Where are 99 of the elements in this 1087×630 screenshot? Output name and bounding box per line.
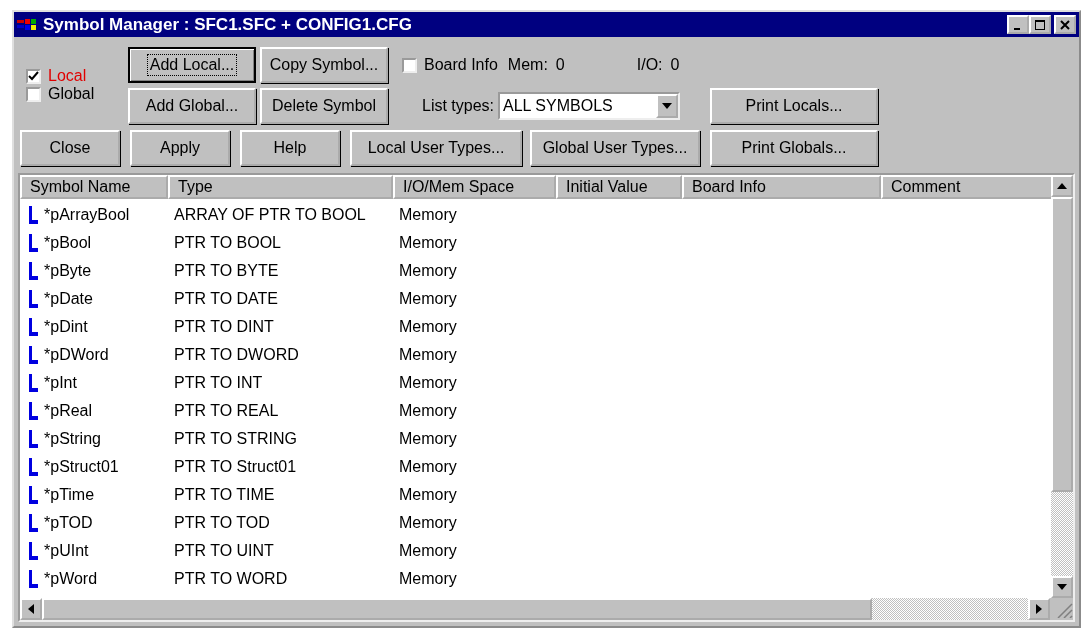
minimize-icon <box>1013 27 1020 30</box>
dropdown-arrow-icon <box>662 103 673 109</box>
table-cell: *pBool <box>44 234 92 252</box>
table-cell: *pByte <box>44 262 92 280</box>
column-header[interactable]: Type <box>168 175 393 199</box>
close-button[interactable] <box>1054 15 1076 34</box>
symbol-icon <box>28 542 38 560</box>
dialog-button[interactable]: Close <box>20 130 120 166</box>
table-cell: Memory <box>399 542 457 560</box>
table-cell: *pString <box>44 430 101 448</box>
maximize-button[interactable] <box>1029 15 1051 34</box>
symbol-icon <box>28 318 38 336</box>
table-cell: Memory <box>399 346 457 364</box>
scroll-thumb[interactable] <box>1051 197 1073 492</box>
table-cell: PTR TO DINT <box>174 318 274 336</box>
symbol-icon <box>28 262 38 280</box>
table-cell: PTR TO UINT <box>174 542 274 560</box>
symbol-icon <box>28 458 38 476</box>
check-icon <box>28 70 39 82</box>
table-cell: *pDWord <box>44 346 109 364</box>
global-checkbox[interactable]: Global <box>26 85 128 103</box>
mem-value: 0 <box>555 56 565 74</box>
table-cell: PTR TO REAL <box>174 402 279 420</box>
dialog-button[interactable]: Global User Types... <box>530 130 700 166</box>
table-cell: *pUInt <box>44 542 89 560</box>
io-value: 0 <box>670 56 680 74</box>
table-cell: Memory <box>399 514 457 532</box>
table-cell: PTR TO BOOL <box>174 234 281 252</box>
symbol-icon <box>28 206 38 224</box>
table-cell: Memory <box>399 430 457 448</box>
symbol-icon <box>28 486 38 504</box>
dialog-button[interactable]: Add Global... <box>128 88 256 124</box>
dialog-button[interactable]: Local User Types... <box>350 130 522 166</box>
table-cell: *pTime <box>44 486 95 504</box>
table-cell: *pTOD <box>44 514 93 532</box>
minimize-button[interactable] <box>1007 15 1029 34</box>
table-cell: ARRAY OF PTR TO BOOL <box>174 206 366 224</box>
list-types-dropdown[interactable]: ALL SYMBOLS <box>498 92 681 120</box>
table-cell: Memory <box>399 402 457 420</box>
print-locals-button[interactable]: Print Locals... <box>710 88 879 124</box>
symbol-icon <box>28 290 38 308</box>
scroll-thumb[interactable] <box>42 598 872 620</box>
close-icon <box>1060 19 1070 30</box>
window-title: Symbol Manager : SFC1.SFC + CONFIG1.CFG <box>43 14 413 35</box>
table-cell: Memory <box>399 318 457 336</box>
table-cell: PTR TO STRING <box>174 430 297 448</box>
table-cell: Memory <box>399 374 457 392</box>
symbol-icon <box>28 374 38 392</box>
table-cell: Memory <box>399 486 457 504</box>
vertical-scrollbar[interactable] <box>1051 175 1073 598</box>
table-cell: Memory <box>399 206 457 224</box>
dialog-button[interactable]: Delete Symbol <box>260 88 388 124</box>
io-label: I/O: <box>636 56 663 74</box>
table-cell: *pArrayBool <box>44 206 130 224</box>
maximize-icon <box>1035 19 1045 30</box>
table-cell: PTR TO TOD <box>174 514 270 532</box>
table-cell: PTR TO BYTE <box>174 262 279 280</box>
table-cell: Memory <box>399 458 457 476</box>
table-cell: *pReal <box>44 402 93 420</box>
dialog-button[interactable]: Help <box>240 130 340 166</box>
table-cell: Memory <box>399 570 457 588</box>
table-cell: *pWord <box>44 570 98 588</box>
column-header[interactable]: I/O/Mem Space <box>393 175 556 199</box>
table-cell: PTR TO TIME <box>174 486 275 504</box>
table-cell: PTR TO DATE <box>174 290 278 308</box>
symbol-icon <box>28 234 38 252</box>
column-header[interactable]: Symbol Name <box>20 175 168 199</box>
symbol-icon <box>28 570 38 588</box>
column-header[interactable]: Board Info <box>682 175 881 199</box>
table-cell: *pDate <box>44 290 93 308</box>
table-cell: PTR TO WORD <box>174 570 288 588</box>
symbol-icon <box>28 402 38 420</box>
table-cell: Memory <box>399 290 457 308</box>
table-cell: PTR TO Struct01 <box>174 458 297 476</box>
app-icon <box>17 16 39 33</box>
scroll-down-icon <box>1057 584 1067 590</box>
table-cell: Memory <box>399 262 457 280</box>
table-cell: *pDint <box>44 318 88 336</box>
table-cell: Memory <box>399 234 457 252</box>
dialog-button[interactable]: Add Local... <box>128 47 256 83</box>
board-info-checkbox[interactable]: Board Info <box>402 56 498 74</box>
scroll-up-icon <box>1057 183 1067 189</box>
horizontal-scrollbar[interactable] <box>20 598 1050 620</box>
dialog-button[interactable]: Copy Symbol... <box>260 47 388 83</box>
symbol-icon <box>28 346 38 364</box>
table-cell: *pStruct01 <box>44 458 119 476</box>
mem-label: Mem: <box>507 56 548 74</box>
column-header[interactable]: Initial Value <box>556 175 682 199</box>
scroll-right-icon <box>1036 604 1042 614</box>
symbol-icon <box>28 514 38 532</box>
column-header[interactable]: Comment <box>881 175 1051 199</box>
scroll-left-icon <box>28 604 34 614</box>
table-cell: PTR TO INT <box>174 374 263 392</box>
table-cell: PTR TO DWORD <box>174 346 299 364</box>
list-types-label: List types: <box>422 97 495 115</box>
table-cell: *pInt <box>44 374 77 392</box>
dialog-button[interactable]: Apply <box>130 130 230 166</box>
dialog-button[interactable]: Print Globals... <box>710 130 878 166</box>
symbol-icon <box>28 430 38 448</box>
